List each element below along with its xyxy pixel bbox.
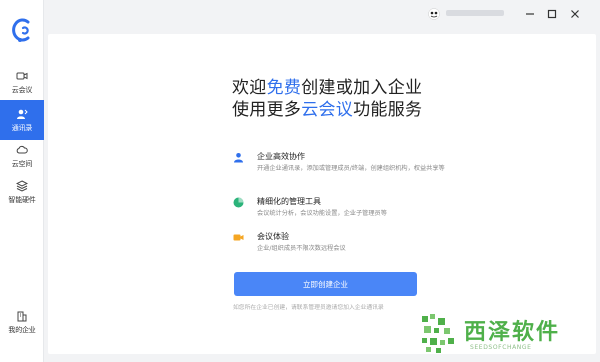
user-avatar-icon[interactable] [428, 8, 440, 20]
feature-title: 会议体验 [257, 232, 289, 241]
headline-text: 功能服务 [353, 100, 423, 120]
sidebar-item-contacts[interactable]: 通讯录 [0, 100, 44, 140]
pie-chart-icon [233, 197, 244, 208]
sidebar-item-cloud[interactable]: 云空间 [0, 136, 44, 176]
sidebar-item-label: 通讯录 [11, 123, 33, 132]
title-bar [44, 0, 600, 30]
headline-text: 创建或加入企业 [301, 78, 423, 98]
watermark-text: 西泽软件 [464, 320, 561, 345]
sidebar-item-label: 智能硬件 [8, 195, 36, 204]
headline-line-1: 欢迎免费创建或加入企业 [232, 77, 422, 99]
headline-highlight: 免费 [266, 78, 302, 98]
feature-description: 企业/组织成员不限次数远程会议 [257, 245, 346, 252]
headline-text: 使用更多 [232, 100, 302, 120]
headline-line-2: 使用更多云会议功能服务 [232, 99, 422, 121]
page-title: 欢迎免费创建或加入企业 使用更多云会议功能服务 [232, 77, 422, 121]
headline-highlight: 云会议 [301, 100, 354, 120]
feature-title: 精细化的管理工具 [257, 197, 321, 206]
sidebar-item-meeting[interactable]: 云会议 [0, 62, 44, 102]
building-icon [17, 311, 27, 321]
cloud-icon [16, 145, 28, 153]
app-logo-icon [12, 18, 30, 42]
video-camera-icon [16, 72, 28, 79]
feature-title: 企业高效协作 [257, 152, 305, 161]
camera-icon [233, 234, 244, 241]
join-hint-text: 如您所在企业已创建，请联系管理员邀请您加入企业通讯录 [233, 305, 384, 311]
maximize-button[interactable] [545, 7, 559, 21]
sidebar-item-label: 云会议 [11, 85, 33, 94]
hardware-icon [16, 179, 28, 192]
create-enterprise-button[interactable]: 立即创建企业 [234, 272, 417, 296]
watermark-logo-icon [422, 314, 454, 353]
feature-description: 开通企业通讯录，添加或管理成员/终端，创建组织机构，权益共享等 [257, 165, 445, 172]
minimize-button[interactable] [523, 7, 537, 21]
watermark-subtext: SEEDSOFCHANGE [470, 344, 532, 351]
watermark: 西泽软件 SEEDSOFCHANGE [418, 312, 588, 356]
feature-description: 会议统计分析，会议功能设置，企业子管理员等 [257, 210, 387, 217]
contacts-icon [17, 109, 28, 119]
person-icon [234, 153, 243, 163]
headline-text: 欢迎 [232, 78, 267, 98]
user-name-placeholder[interactable] [446, 10, 504, 16]
sidebar-item-hardware[interactable]: 智能硬件 [0, 172, 44, 212]
sidebar-item-label: 我的企业 [8, 325, 36, 334]
minimize-icon [526, 13, 534, 15]
close-icon [571, 10, 579, 18]
maximize-icon [547, 9, 557, 19]
close-button[interactable] [568, 7, 582, 21]
left-sidebar: 云会议 通讯录 云空间 智能硬件 我的企业 [0, 0, 44, 362]
sidebar-item-my-enterprise[interactable]: 我的企业 [0, 302, 44, 342]
sidebar-item-label: 云空间 [11, 159, 33, 168]
